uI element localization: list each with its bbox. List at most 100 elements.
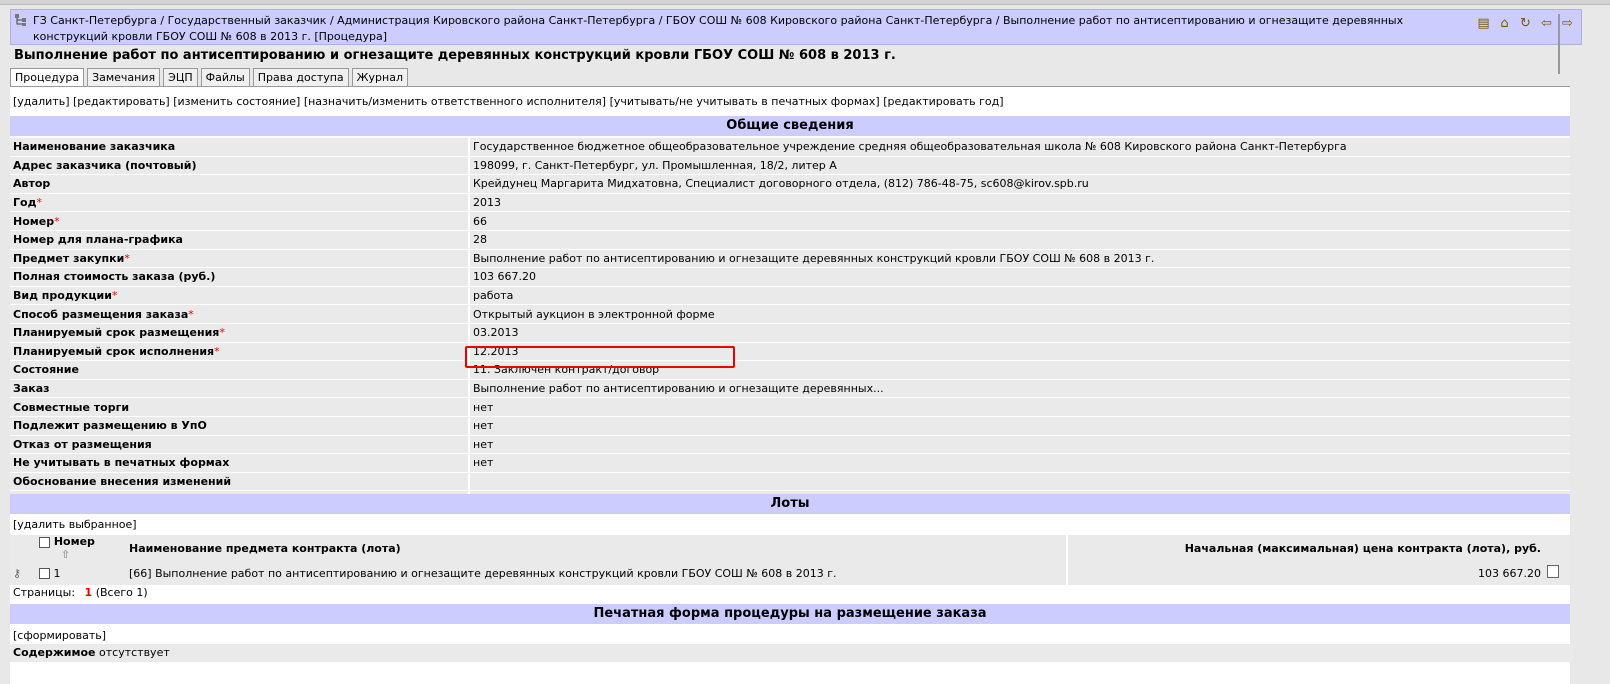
info-value: нет [469, 435, 1570, 455]
generate-link[interactable]: [сформировать] [13, 629, 106, 642]
info-value: нет [469, 416, 1570, 436]
procedure-panel: [удалить] [редактировать] [изменить сост… [10, 86, 1573, 684]
general-info-header: Общие сведения [10, 116, 1570, 136]
tab-bar: Процедура Замечания ЭЦП Файлы Права дост… [10, 68, 408, 87]
required-marker: * [188, 307, 194, 321]
info-row: Заказ Выполнение работ по антисептировани… [10, 379, 1570, 399]
bookmark-icon[interactable]: ▤ [1476, 16, 1491, 31]
info-value: Выполнение работ по антисептированию и о… [469, 379, 1570, 399]
info-row: Номер* 66 [10, 211, 1570, 231]
required-marker: * [219, 326, 225, 340]
info-value: нет [469, 453, 1570, 473]
info-row: Способ размещения заказа* Открытый аукцио… [10, 304, 1570, 324]
info-value: 66 [469, 211, 1570, 231]
tab-access-rights[interactable]: Права доступа [252, 68, 349, 87]
info-label: Состояние [13, 363, 79, 377]
info-row: Полная стоимость заказа (руб.) 103 667.20 [10, 267, 1570, 287]
print-forms-toggle-link[interactable]: [учитывать/не учитывать в печатных форма… [610, 95, 880, 108]
info-value: Открытый аукцион в электронной форме [469, 304, 1570, 324]
info-value: нет [469, 397, 1570, 417]
lots-header: Лоты [10, 494, 1570, 514]
edit-year-link[interactable]: [редактировать год] [883, 95, 1003, 108]
current-page[interactable]: 1 [85, 586, 93, 599]
home-icon[interactable]: ⌂ [1497, 16, 1512, 31]
assign-executor-link[interactable]: [назначить/изменить ответственного испол… [304, 95, 606, 108]
info-row: Вид продукции* работа [10, 286, 1570, 306]
change-state-link[interactable]: [изменить состояние] [173, 95, 300, 108]
lots-table: Номер ⇧ Наименование предмета контракта … [10, 535, 1570, 585]
tab-files[interactable]: Файлы [200, 68, 250, 87]
select-all-checkbox[interactable] [39, 536, 50, 548]
pagination: Страницы: 1 (Всего 1) [13, 586, 148, 599]
info-label: Вид продукции [13, 289, 112, 303]
info-row: Не учитывать в печатных формах нет [10, 453, 1570, 473]
breadcrumb-text[interactable]: ГЗ Санкт-Петербурга / Государственный за… [33, 13, 1433, 45]
lot-price: 103 667.20 [1067, 561, 1544, 585]
info-label: Адрес заказчика (почтовый) [13, 158, 197, 172]
info-label: Отказ от размещения [13, 437, 152, 451]
info-label: Обоснование внесения изменений [13, 474, 232, 488]
info-label: Планируемый срок размещения [13, 326, 220, 340]
number-column-header[interactable]: Номер [54, 535, 95, 548]
lot-number: 1 [53, 566, 61, 580]
tab-signature[interactable]: ЭЦП [163, 68, 198, 87]
page-title: Выполнение работ по антисептированию и о… [14, 48, 896, 63]
delete-selected-link[interactable]: [удалить выбранное] [13, 518, 137, 531]
info-row: Отказ от размещения нет [10, 435, 1570, 455]
delete-link[interactable]: [удалить] [13, 95, 70, 108]
info-value: работа [469, 286, 1570, 306]
info-row: Совместные торги нет [10, 397, 1570, 417]
info-label: Номер для плана-графика [13, 233, 183, 247]
pages-label: Страницы: [13, 586, 76, 599]
sort-up-icon[interactable]: ⇧ [61, 548, 70, 561]
content-label: Содержимое [13, 646, 96, 659]
info-label: Планируемый срок исполнения [13, 344, 215, 358]
info-label: Предмет закупки [13, 251, 125, 265]
refresh-icon[interactable]: ↻ [1518, 16, 1533, 31]
info-value: 103 667.20 [469, 267, 1570, 287]
info-row: Подлежит размещению в УпО нет [10, 416, 1570, 436]
tab-procedure[interactable]: Процедура [10, 68, 85, 87]
info-value: 12.2013 [469, 342, 1570, 362]
scrollbar[interactable] [1552, 14, 1566, 74]
info-label: Номер [13, 214, 55, 228]
view-icon[interactable] [1547, 565, 1559, 578]
required-marker: * [54, 214, 60, 228]
edit-link[interactable]: [редактировать] [73, 95, 170, 108]
info-row: Состояние 11. Заключен контракт/договор [10, 360, 1570, 380]
info-label: Совместные торги [13, 400, 130, 414]
required-marker: * [214, 344, 220, 358]
print-form-header: Печатная форма процедуры на размещение з… [10, 604, 1570, 624]
info-row: Обоснование внесения изменений [10, 472, 1570, 492]
info-value: 03.2013 [469, 323, 1570, 343]
tab-journal[interactable]: Журнал [351, 68, 408, 87]
total-count: (Всего 1) [95, 586, 148, 599]
info-row: Предмет закупки* Выполнение работ по анти… [10, 249, 1570, 269]
info-label: Способ размещения заказа [13, 307, 189, 321]
lot-name[interactable]: [66] Выполнение работ по антисептировани… [126, 561, 1068, 585]
info-row: Планируемый срок размещения* 03.2013 [10, 323, 1570, 343]
info-value: 28 [469, 230, 1570, 250]
row-checkbox[interactable] [39, 568, 50, 579]
info-row: Номер для плана-графика 28 [10, 230, 1570, 250]
info-label: Год [13, 196, 37, 210]
top-window-strip [0, 0, 1610, 5]
info-value: Крейдунец Маргарита Мидхатовна, Специали… [469, 174, 1570, 194]
key-icon[interactable]: ⚷ [13, 567, 21, 580]
tab-remarks[interactable]: Замечания [87, 68, 161, 87]
info-label: Не учитывать в печатных формах [13, 456, 230, 470]
general-info-table: Наименование заказчика Государственное бю… [10, 138, 1570, 510]
info-label: Подлежит размещению в УпО [13, 419, 207, 433]
info-row: Планируемый срок исполнения* 12.2013 [10, 342, 1570, 362]
lots-table-header: Номер ⇧ Наименование предмета контракта … [10, 535, 1570, 561]
info-label: Полная стоимость заказа (руб.) [13, 270, 216, 284]
tree-icon [15, 14, 26, 26]
info-value [469, 472, 1570, 492]
info-row: Адрес заказчика (почтовый) 198099, г. Сан… [10, 156, 1570, 176]
info-row: Наименование заказчика Государственное бю… [10, 138, 1570, 157]
price-column-header: Начальная (максимальная) цена контракта … [1067, 535, 1544, 561]
required-marker: * [111, 289, 118, 303]
table-row[interactable]: ⚷ 1 [66] Выполнение работ по антисептиро… [10, 561, 1570, 585]
required-marker: * [36, 196, 42, 210]
info-label: Автор [13, 177, 51, 191]
